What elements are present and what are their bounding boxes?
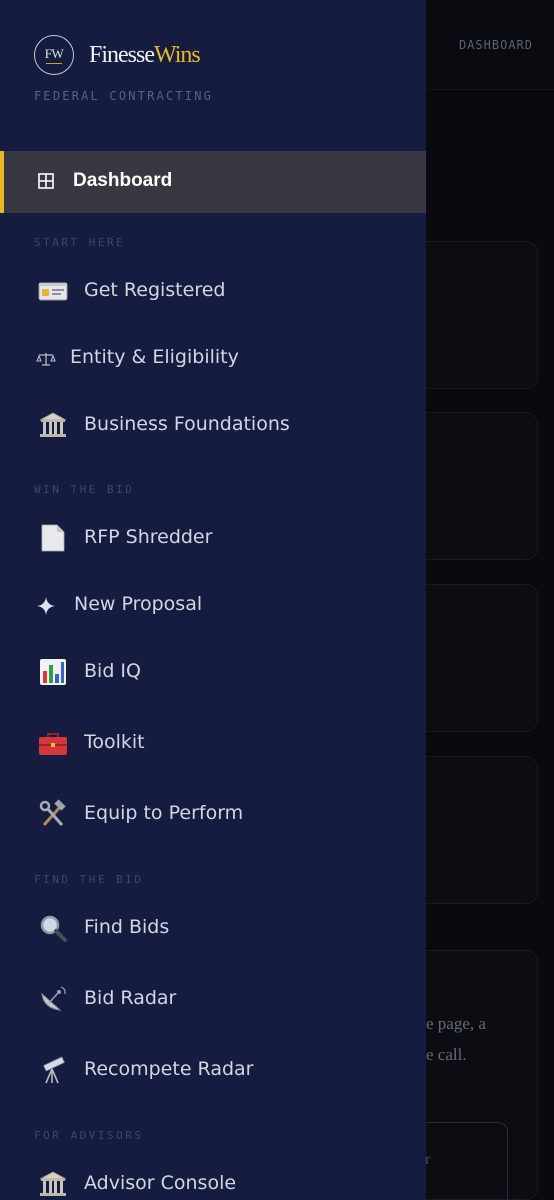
brand-subtitle: FEDERAL CONTRACTING <box>34 89 214 103</box>
bank-icon <box>39 1171 67 1196</box>
sidebar-item-equip-to-perform[interactable]: Equip to Perform <box>0 789 426 841</box>
sidebar-item-get-registered[interactable]: Get Registered <box>0 266 426 318</box>
id-card-icon <box>38 282 68 301</box>
sidebar-item-label: Toolkit <box>84 731 145 753</box>
sidebar-item-new-proposal[interactable]: New Proposal <box>0 580 426 632</box>
sidebar-item-label: Bid IQ <box>84 660 141 682</box>
sidebar-item-label: Recompete Radar <box>84 1058 254 1080</box>
sidebar-item-label: Business Foundations <box>84 413 290 435</box>
sidebar-item-bid-iq[interactable]: Bid IQ <box>0 647 426 699</box>
magnifier-icon <box>40 915 67 942</box>
brand-monogram: FW <box>34 35 74 75</box>
sidebar-item-bid-radar[interactable]: Bid Radar <box>0 974 426 1026</box>
background-card-text: e page, a <box>426 1014 486 1033</box>
scales-icon <box>36 353 56 366</box>
sidebar-item-label: Find Bids <box>84 916 170 938</box>
background-card-text: e call. <box>426 1045 467 1064</box>
sparkle-icon <box>37 597 55 615</box>
navigation-drawer: FW FinesseWins FEDERAL CONTRACTING Dashb… <box>0 0 426 1200</box>
brand-logo[interactable]: FW FinesseWins <box>34 35 201 75</box>
sidebar-item-label: New Proposal <box>74 593 203 615</box>
sidebar-item-label: Get Registered <box>84 279 226 301</box>
hammer-wrench-icon <box>39 799 66 826</box>
active-indicator <box>0 151 4 213</box>
sidebar-item-business-foundations[interactable]: Business Foundations <box>0 400 426 452</box>
document-icon <box>41 524 65 552</box>
bank-icon <box>39 412 67 437</box>
sidebar-item-rfp-shredder[interactable]: RFP Shredder <box>0 513 426 565</box>
sidebar-item-label: Bid Radar <box>84 987 177 1009</box>
sidebar-item-advisor-console[interactable]: Advisor Console <box>0 1159 426 1200</box>
sidebar-item-find-bids[interactable]: Find Bids <box>0 903 426 955</box>
satellite-dish-icon <box>41 986 66 1011</box>
sidebar-item-label: RFP Shredder <box>84 526 213 548</box>
bar-chart-icon <box>40 659 66 685</box>
sidebar-item-entity-eligibility[interactable]: Entity & Eligibility <box>0 333 426 385</box>
toolbox-icon <box>39 733 67 755</box>
section-win-the-bid: WIN THE BID <box>34 483 135 496</box>
sidebar-item-toolkit[interactable]: Toolkit <box>0 718 426 770</box>
brand-name: FinesseWins <box>89 41 201 68</box>
sidebar-item-label: Equip to Perform <box>84 802 244 824</box>
sidebar-item-label: Advisor Console <box>84 1172 237 1194</box>
sidebar-item-recompete-radar[interactable]: Recompete Radar <box>0 1045 426 1097</box>
sidebar-item-label: Dashboard <box>73 170 173 191</box>
sidebar-item-label: Entity & Eligibility <box>70 346 239 368</box>
background-topbar-title: DASHBOARD <box>458 38 533 52</box>
telescope-icon <box>43 1056 65 1084</box>
sidebar-item-dashboard[interactable]: Dashboard <box>0 151 426 213</box>
section-find-the-bid: FIND THE BID <box>34 873 144 886</box>
grid-icon <box>38 173 54 189</box>
section-start-here: START HERE <box>34 236 126 249</box>
section-for-advisors: FOR ADVISORS <box>34 1129 144 1142</box>
